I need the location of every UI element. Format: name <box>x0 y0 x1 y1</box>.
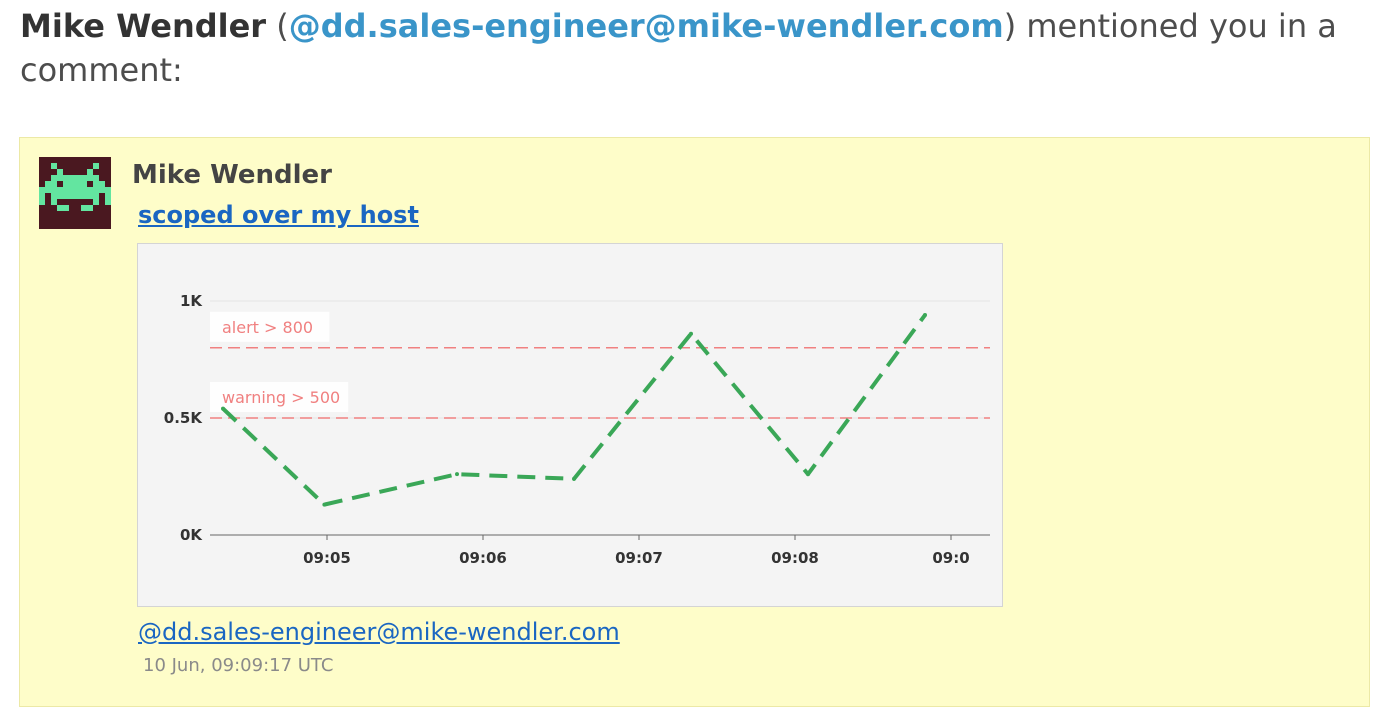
avatar[interactable] <box>39 157 111 229</box>
open-paren: ( <box>266 7 289 45</box>
notification-headline: Mike Wendler (@dd.sales-engineer@mike-we… <box>20 4 1370 92</box>
threshold-label: alert > 800 <box>222 318 313 337</box>
data-point <box>221 406 225 411</box>
y-tick-label: 0.5K <box>164 409 204 427</box>
comment-author: Mike Wendler <box>132 160 332 190</box>
space-invader-icon <box>39 163 111 211</box>
graph-snapshot[interactable]: 0K 0.5K 1K 09:05 09:06 09:07 09:08 09:0 alert > … <box>137 243 1003 607</box>
comment-timestamp: 10 Jun, 09:09:17 UTC <box>143 655 334 676</box>
threshold-label: warning > 500 <box>222 388 340 407</box>
x-tick-label: 09:0 <box>932 549 969 567</box>
x-tick-label: 09:05 <box>303 549 351 567</box>
y-tick-label: 0K <box>180 526 203 544</box>
x-tick-label: 09:06 <box>459 549 507 567</box>
data-point <box>923 313 927 318</box>
comment-handle-link[interactable]: @dd.sales-engineer@mike-wendler.com <box>138 618 620 646</box>
data-point <box>455 472 459 477</box>
x-tick-label: 09:07 <box>615 549 663 567</box>
line-chart: 0K 0.5K 1K 09:05 09:06 09:07 09:08 09:0 alert > … <box>164 292 990 567</box>
x-tick-label: 09:08 <box>771 549 819 567</box>
mention-link[interactable]: @dd.sales-engineer@mike-wendler.com <box>289 7 1004 45</box>
notification-author: Mike Wendler <box>20 7 267 45</box>
y-tick-label: 1K <box>180 292 203 310</box>
data-point <box>806 472 810 477</box>
data-point <box>572 476 576 481</box>
data-point <box>689 331 693 336</box>
data-point <box>322 502 327 507</box>
comment-title-link[interactable]: scoped over my host <box>138 201 419 229</box>
